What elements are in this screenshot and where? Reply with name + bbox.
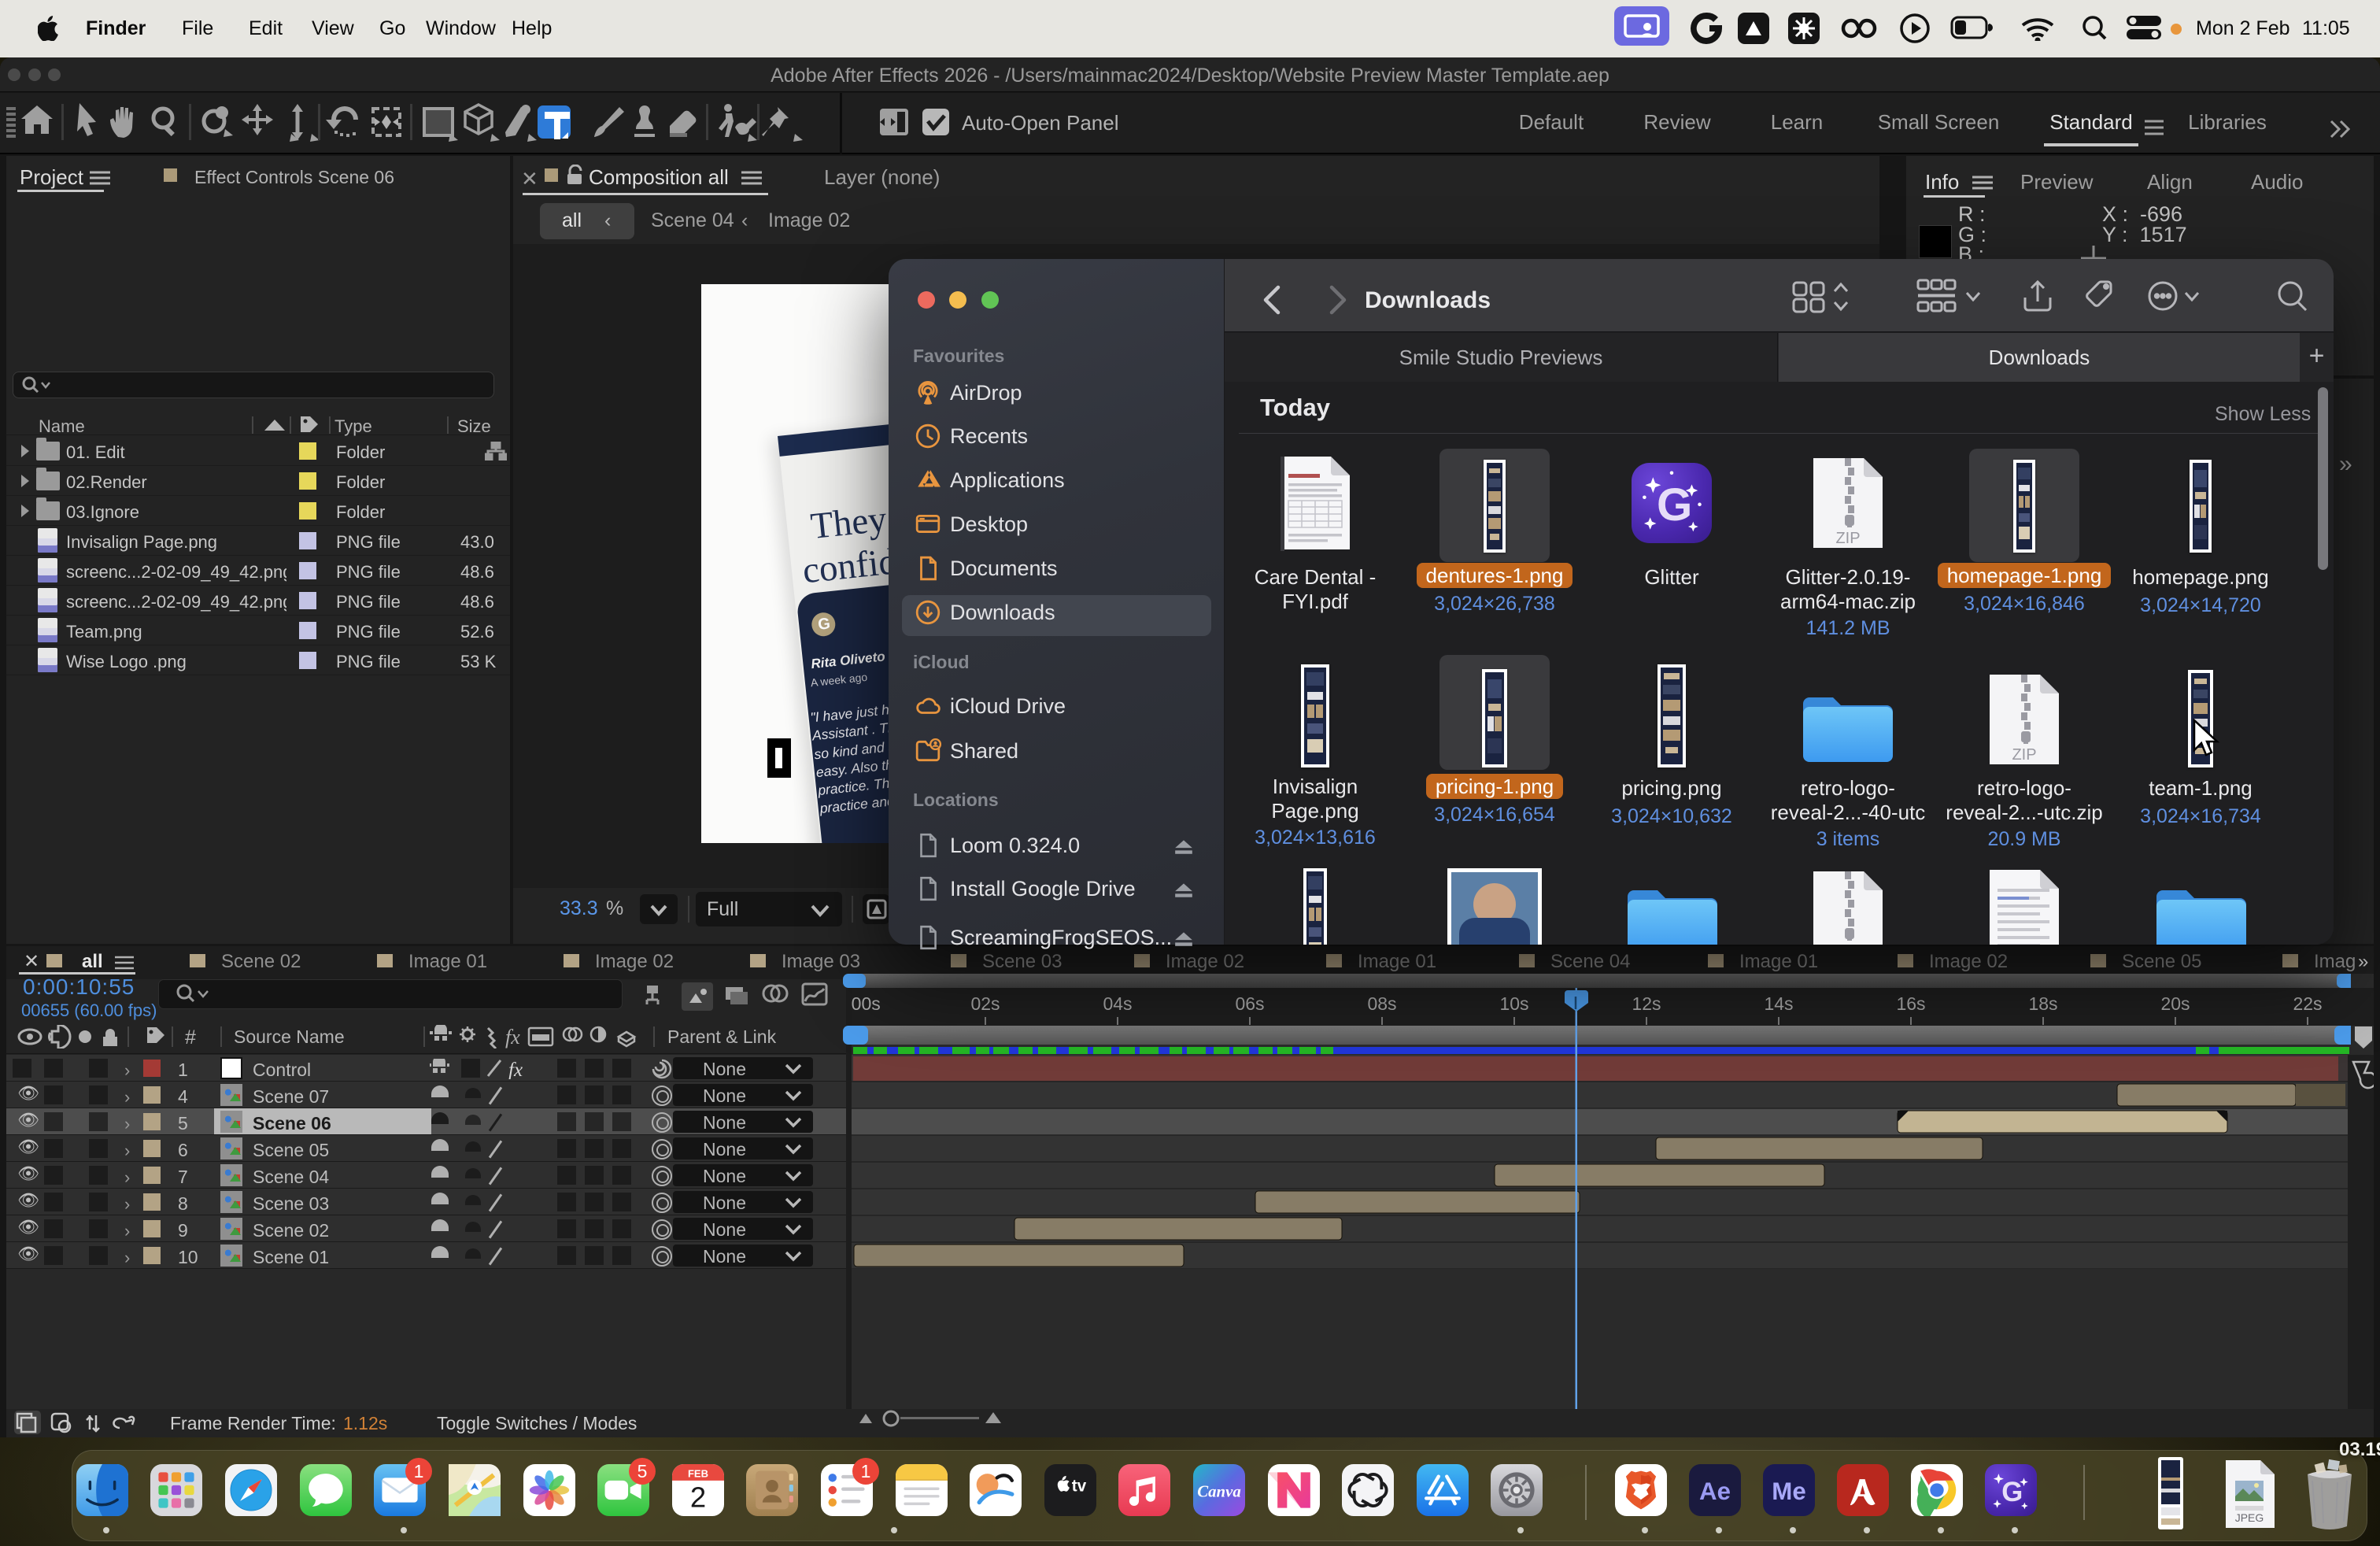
svg-text:ZIP: ZIP: [2012, 746, 2036, 764]
svg-text:14s: 14s: [1764, 993, 1793, 1014]
svg-text:G: G: [1657, 479, 1692, 531]
svg-text:Learn: Learn: [1771, 110, 1824, 134]
svg-text:12s: 12s: [1632, 993, 1661, 1014]
svg-text:Standard: Standard: [2049, 110, 2133, 134]
svg-text:16s: 16s: [1896, 993, 1925, 1014]
svg-text:G: G: [2001, 1478, 2023, 1507]
svg-text:22s: 22s: [2293, 993, 2322, 1014]
svg-text:fx: fx: [508, 1060, 523, 1079]
svg-text:Review: Review: [1643, 110, 1710, 134]
svg-text:02s: 02s: [970, 993, 1000, 1014]
svg-text:10s: 10s: [1499, 993, 1528, 1014]
svg-text:04s: 04s: [1103, 993, 1132, 1014]
svg-text:Parent & Link: Parent & Link: [667, 1026, 777, 1047]
svg-text:Default: Default: [1519, 110, 1584, 134]
svg-text:ZIP: ZIP: [1835, 943, 1860, 945]
svg-text:FEB: FEB: [688, 1468, 708, 1480]
svg-text:ZIP: ZIP: [1835, 530, 1860, 547]
svg-text:Source Name: Source Name: [234, 1026, 345, 1047]
svg-text:tv: tv: [1072, 1478, 1087, 1496]
svg-text::00s: :00s: [852, 993, 881, 1014]
svg-text:Me: Me: [1772, 1478, 1805, 1505]
svg-text:Canva: Canva: [1197, 1482, 1241, 1501]
svg-text:06s: 06s: [1235, 993, 1264, 1014]
svg-text:08s: 08s: [1367, 993, 1396, 1014]
svg-text:Ae: Ae: [1699, 1478, 1731, 1505]
svg-text:fx: fx: [505, 1026, 520, 1049]
svg-text:JPEG: JPEG: [2235, 1511, 2264, 1524]
svg-text:Small Screen: Small Screen: [1878, 110, 2000, 134]
svg-text:Auto-Open Panel: Auto-Open Panel: [962, 111, 1118, 135]
svg-text:18s: 18s: [2028, 993, 2057, 1014]
svg-text:Libraries: Libraries: [2188, 110, 2267, 134]
svg-text:2: 2: [690, 1481, 706, 1514]
svg-text:#: #: [185, 1026, 196, 1049]
svg-text:20s: 20s: [2160, 993, 2190, 1014]
